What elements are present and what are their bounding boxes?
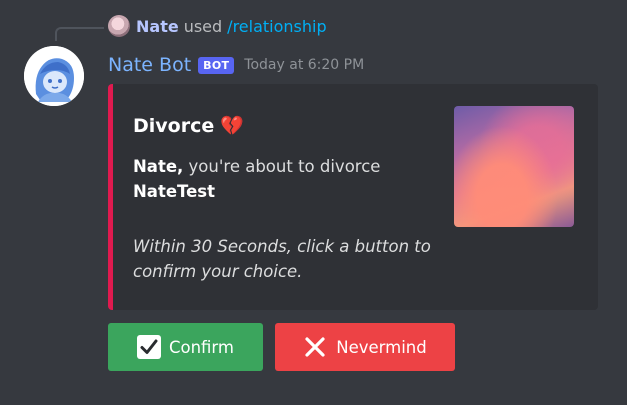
- confirm-button[interactable]: Confirm: [108, 323, 263, 371]
- bot-avatar[interactable]: [24, 46, 84, 106]
- nevermind-button-label: Nevermind: [336, 337, 427, 357]
- embed-desc-text: you're about to divorce: [183, 157, 381, 176]
- embed-desc-user: Nate,: [133, 157, 184, 176]
- embed-description: Nate, you're about to divorce NateTest: [133, 154, 443, 204]
- cross-mark-icon: [305, 337, 325, 357]
- bot-badge: BOT: [198, 56, 235, 74]
- check-box-icon: [136, 335, 161, 359]
- broken-heart-icon: 💔: [220, 115, 244, 137]
- reply-context[interactable]: Nate used /relationship: [108, 14, 327, 38]
- embed-thumbnail[interactable]: [454, 106, 574, 227]
- confirm-button-label: Confirm: [168, 337, 235, 357]
- embed-title-text: Divorce: [133, 114, 215, 137]
- message-timestamp[interactable]: Today at 6:20 PM: [244, 57, 364, 73]
- embed-card: Divorce 💔 Nate, you're about to divorce …: [108, 84, 598, 310]
- bot-username[interactable]: Nate Bot: [108, 54, 191, 76]
- embed-desc-target: NateTest: [133, 182, 215, 201]
- reply-username[interactable]: Nate: [136, 17, 179, 36]
- reply-user-avatar[interactable]: [108, 15, 130, 37]
- embed-title: Divorce 💔: [133, 114, 244, 138]
- reply-used-text: used: [183, 16, 223, 36]
- nevermind-button[interactable]: Nevermind: [275, 323, 455, 371]
- embed-note: Within 30 Seconds, click a button to con…: [133, 237, 431, 281]
- reply-command[interactable]: /relationship: [227, 17, 326, 36]
- message-header: Nate Bot BOT Today at 6:20 PM: [108, 52, 364, 78]
- reply-spine: [55, 27, 104, 41]
